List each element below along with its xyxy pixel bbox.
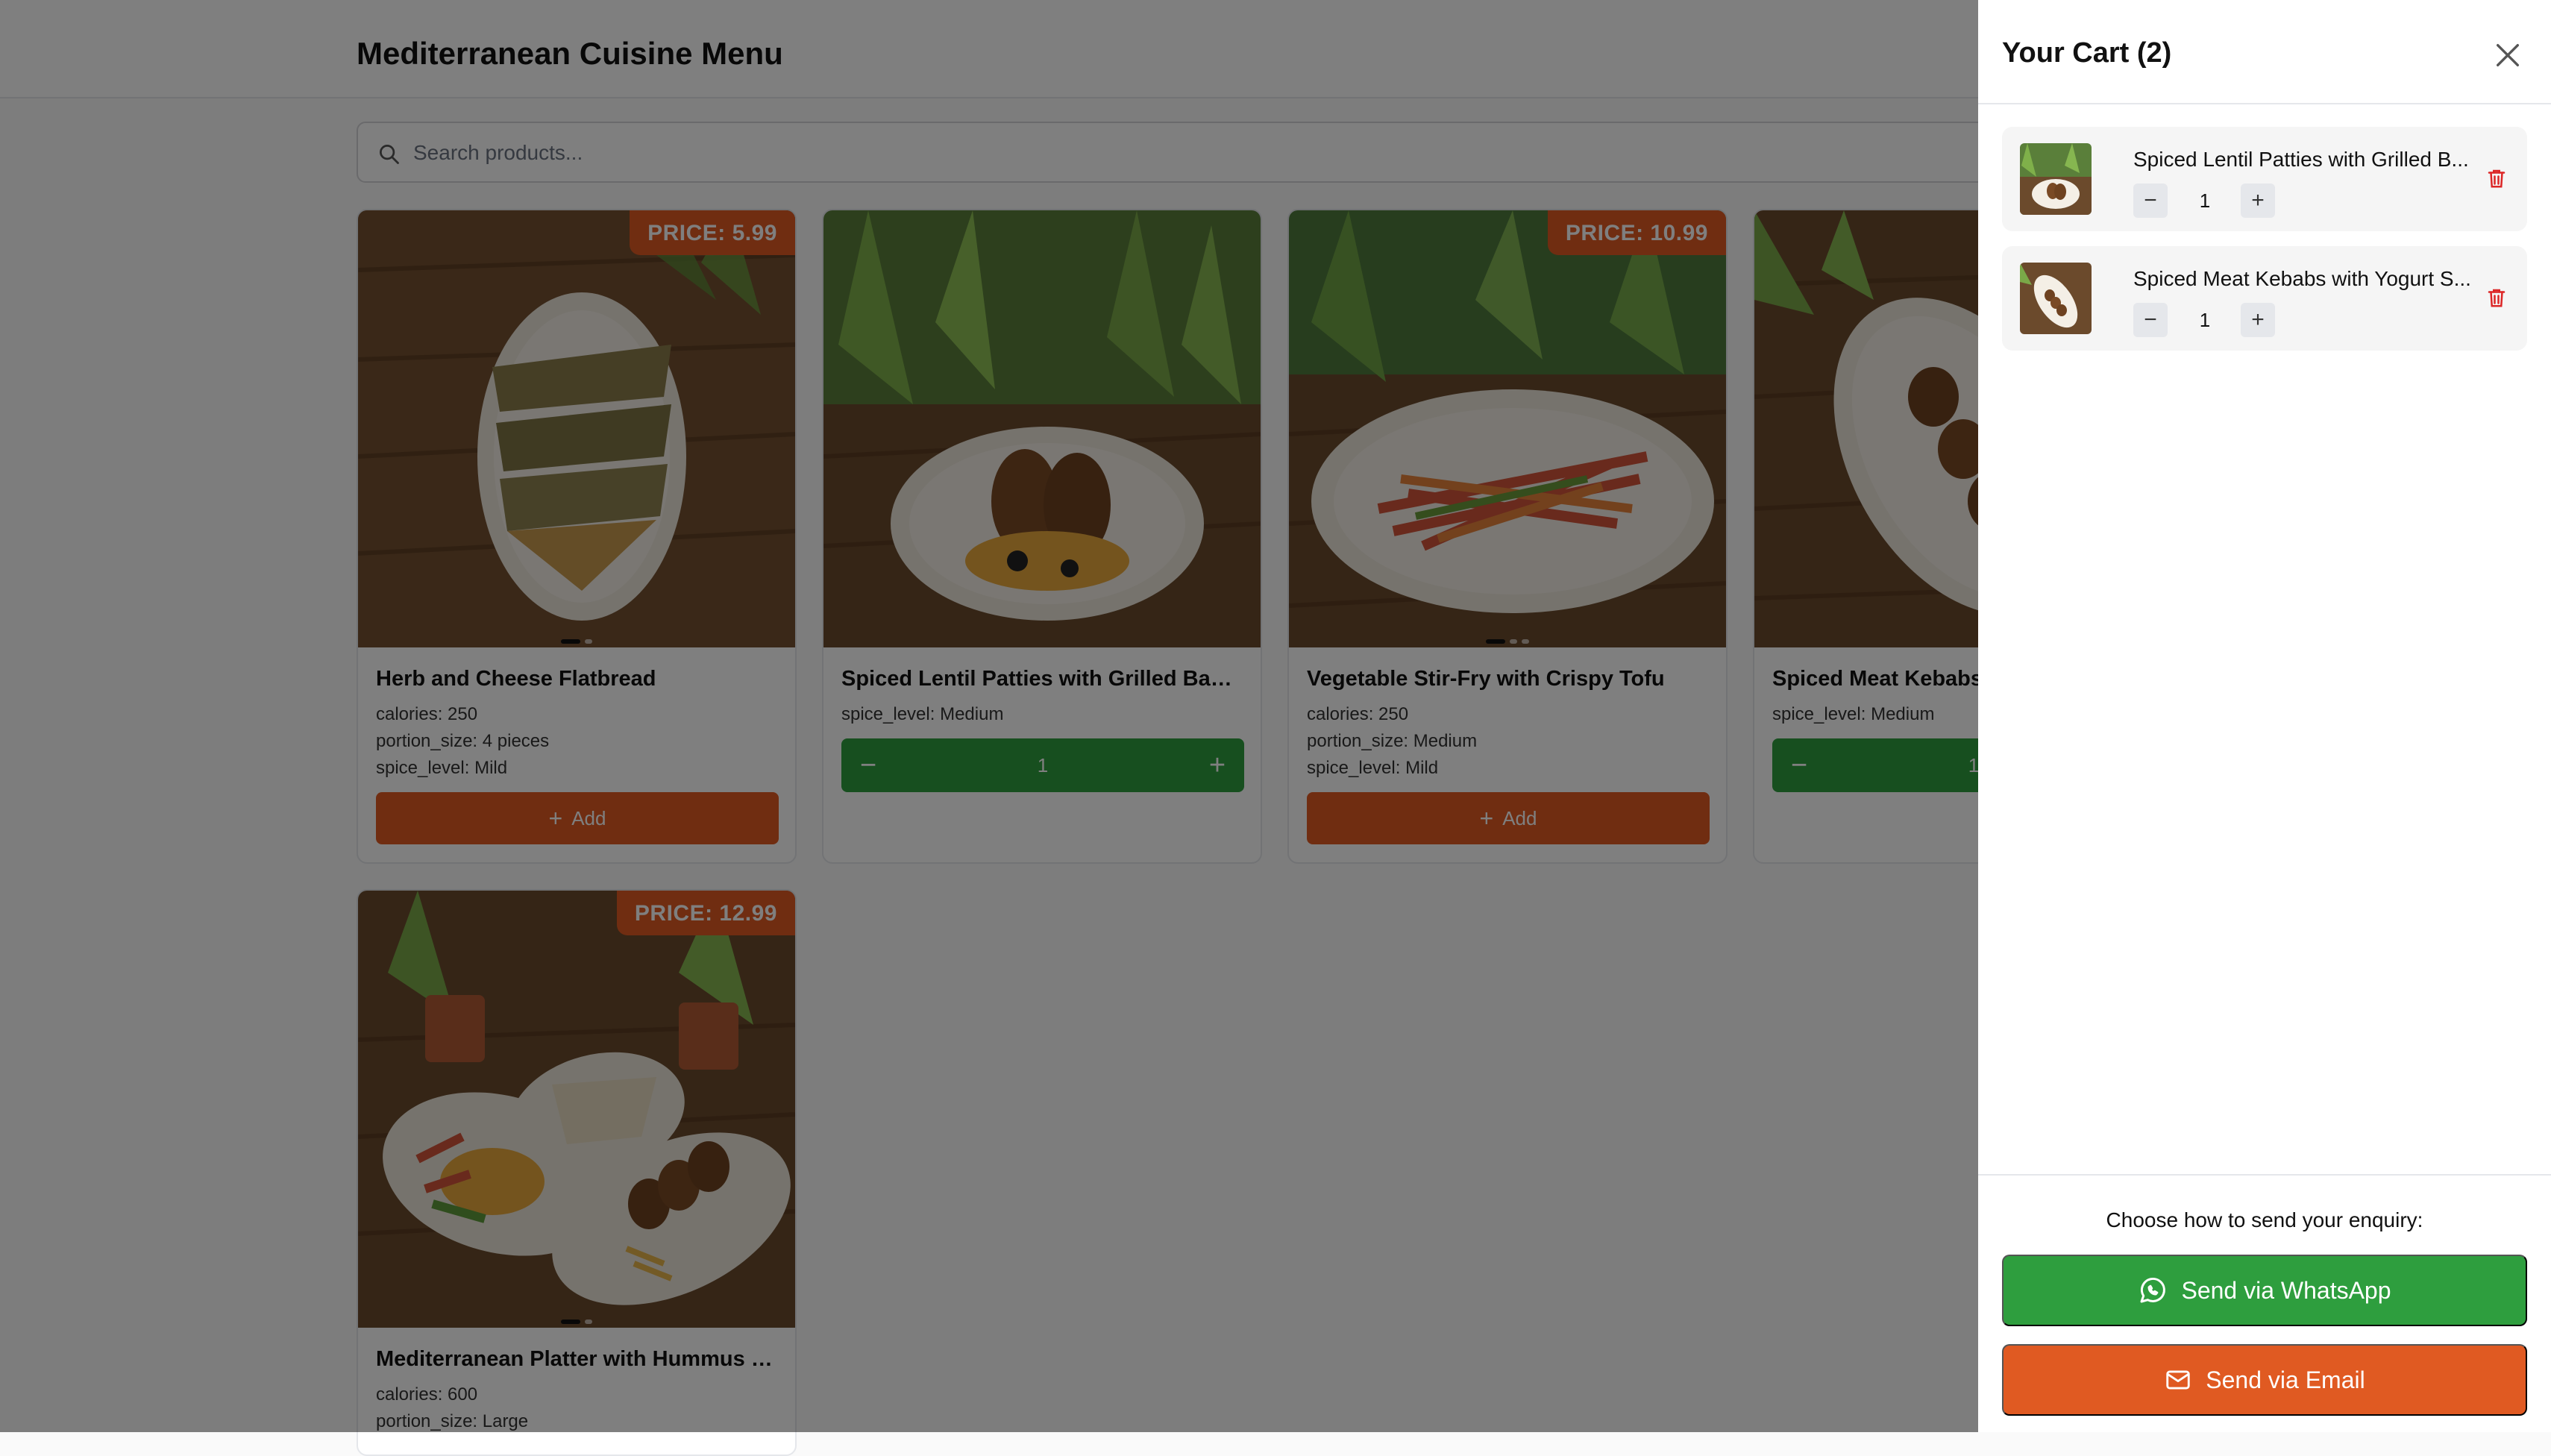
modal-backdrop[interactable] <box>0 0 1978 1432</box>
send-email-button[interactable]: Send via Email <box>2002 1344 2527 1416</box>
cart-title: Your Cart (2) <box>2002 37 2172 69</box>
cart-header: Your Cart (2) <box>1978 7 2551 104</box>
minus-icon[interactable]: − <box>2133 183 2168 218</box>
trash-icon[interactable] <box>2485 166 2508 191</box>
cart-item: Spiced Lentil Patties with Grilled B... … <box>2002 127 2527 231</box>
send-prompt: Choose how to send your enquiry: <box>2106 1208 2423 1231</box>
cart-drawer: Your Cart (2) Spiced Lentil Patties with… <box>1978 7 2551 1432</box>
close-icon[interactable] <box>2493 40 2523 70</box>
cart-item-quantity: 1 <box>2199 309 2211 331</box>
whatsapp-icon <box>2140 1277 2166 1303</box>
cart-footer: Choose how to send your enquiry: Send vi… <box>1978 1174 2551 1434</box>
cart-item: Spiced Meat Kebabs with Yogurt S... − 1 … <box>2002 246 2527 351</box>
cart-item-name: Spiced Meat Kebabs with Yogurt S... <box>2133 267 2471 290</box>
send-whatsapp-label: Send via WhatsApp <box>2181 1276 2391 1304</box>
mail-icon <box>2166 1370 2190 1390</box>
send-whatsapp-button[interactable]: Send via WhatsApp <box>2002 1255 2527 1326</box>
minus-icon[interactable]: − <box>2133 303 2168 337</box>
cart-item-thumbnail <box>2020 263 2092 334</box>
cart-item-name: Spiced Lentil Patties with Grilled B... <box>2133 148 2469 171</box>
trash-icon[interactable] <box>2485 285 2508 310</box>
plus-icon[interactable]: + <box>2241 183 2275 218</box>
plus-icon[interactable]: + <box>2241 303 2275 337</box>
send-email-label: Send via Email <box>2206 1366 2365 1393</box>
cart-item-thumbnail <box>2020 143 2092 215</box>
cart-item-quantity: 1 <box>2199 189 2211 212</box>
